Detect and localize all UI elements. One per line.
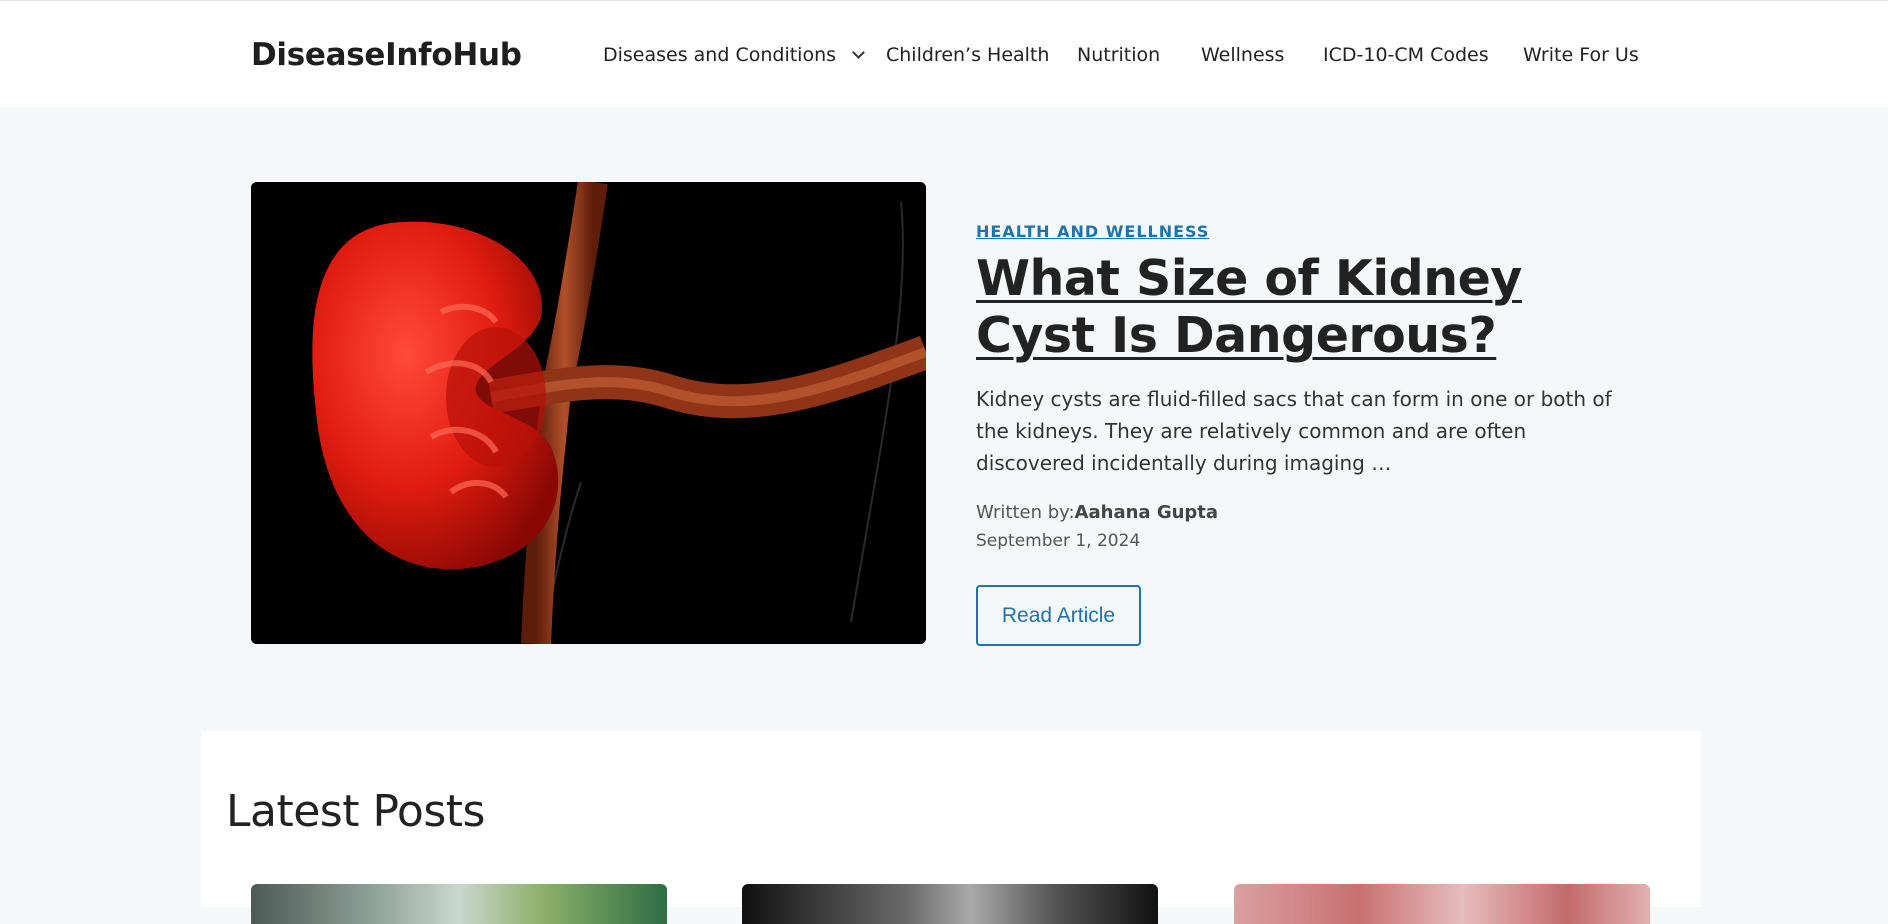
post-date: September 1, 2024 — [976, 531, 1141, 551]
nav-item-diseases[interactable]: Diseases and Conditions — [603, 44, 865, 66]
hero-kidney-image[interactable] — [251, 182, 926, 644]
post-thumbnail[interactable] — [742, 884, 1158, 924]
site-header: DiseaseInfoHub Diseases and Conditions C… — [0, 0, 1888, 107]
nav-item-childrens-health[interactable]: Children’s Health — [886, 44, 1049, 66]
post-thumbnail[interactable] — [251, 884, 667, 924]
post-category-link[interactable]: HEALTH AND WELLNESS — [976, 222, 1209, 241]
nav-item-icd-codes[interactable]: ICD-10-CM Codes — [1323, 44, 1489, 66]
post-thumbnail[interactable] — [1234, 884, 1650, 924]
kidney-illustration — [251, 182, 926, 644]
chevron-down-icon[interactable] — [852, 46, 865, 59]
byline-prefix: Written by: — [976, 502, 1075, 523]
latest-posts-heading: Latest Posts — [226, 786, 485, 837]
main-nav: Diseases and Conditions Children’s Healt… — [0, 44, 1888, 68]
nav-item-label: Diseases and Conditions — [603, 44, 837, 66]
latest-posts-section: Latest Posts — [201, 731, 1701, 924]
nav-item-nutrition[interactable]: Nutrition — [1077, 44, 1160, 66]
nav-item-write-for-us[interactable]: Write For Us — [1523, 44, 1639, 66]
author-name: Aahana Gupta — [1074, 502, 1219, 523]
post-title-link[interactable]: What Size of Kidney Cyst Is Dangerous? — [976, 250, 1616, 364]
post-excerpt: Kidney cysts are fluid-filled sacs that … — [976, 387, 1612, 475]
post-byline: Written by:Aahana Gupta — [976, 502, 1218, 523]
nav-item-wellness[interactable]: Wellness — [1201, 44, 1284, 66]
read-article-button[interactable]: Read Article — [976, 585, 1141, 646]
